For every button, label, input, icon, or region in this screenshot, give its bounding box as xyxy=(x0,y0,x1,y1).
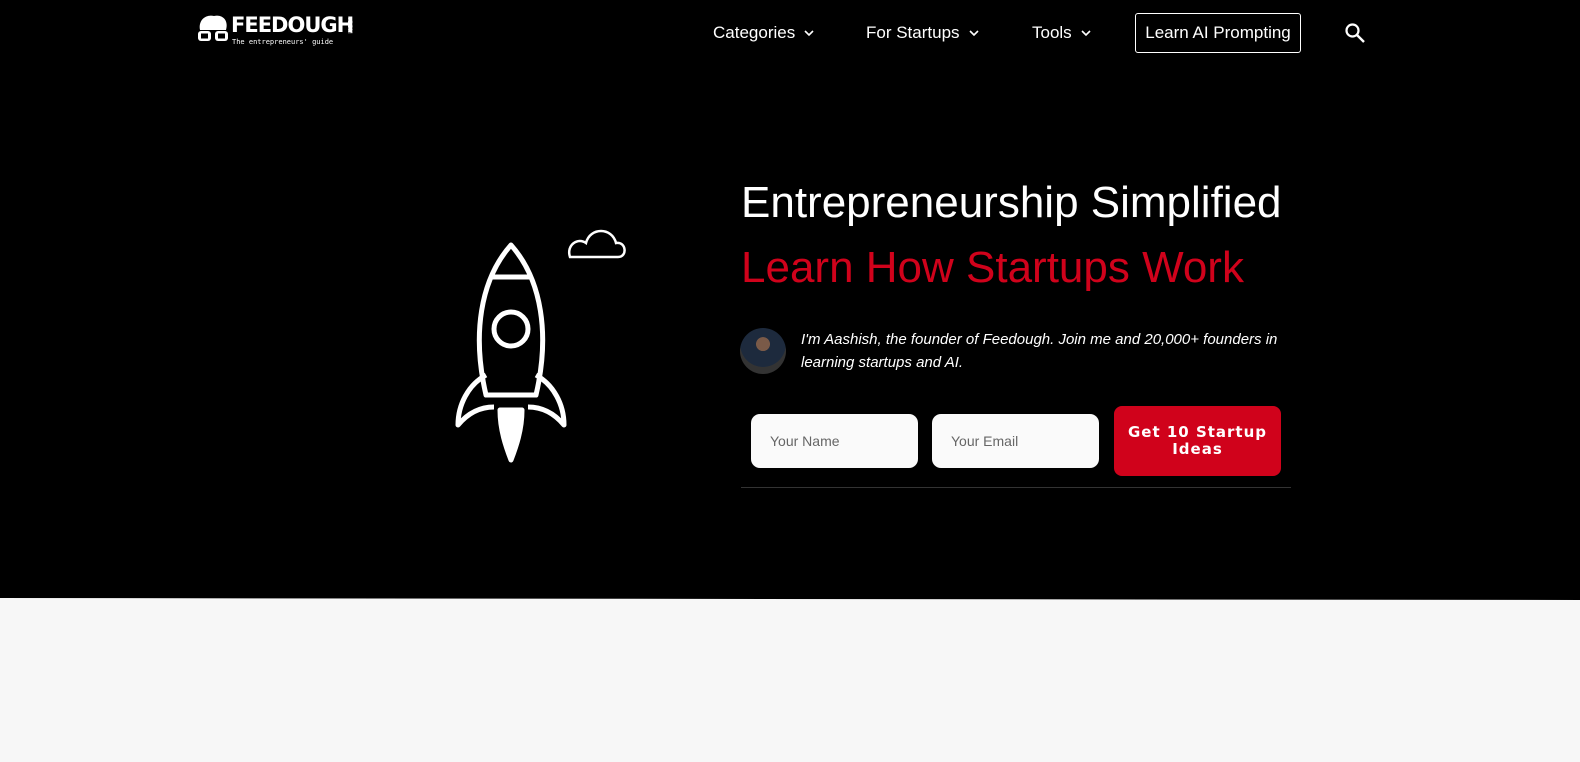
founder-intro: I'm Aashish, the founder of Feedough. Jo… xyxy=(801,331,1278,371)
chevron-down-icon xyxy=(804,30,814,37)
chevron-down-icon xyxy=(1081,30,1091,37)
nav-label: For Startups xyxy=(866,23,960,42)
search-icon[interactable] xyxy=(1344,22,1366,44)
email-input[interactable] xyxy=(932,414,1099,468)
hero-subtitle: Learn How Startups Work xyxy=(741,243,1244,292)
name-input[interactable] xyxy=(751,414,918,468)
nav-categories[interactable]: Categories xyxy=(713,23,815,43)
get-startup-ideas-button[interactable]: Get 10 Startup Ideas xyxy=(1114,406,1281,476)
hero-title: Entrepreneurship Simplified xyxy=(741,178,1282,227)
nav-tools[interactable]: Tools xyxy=(1032,23,1092,43)
learn-ai-prompting-button[interactable]: Learn AI Prompting xyxy=(1135,13,1301,53)
nav-for-startups[interactable]: For Startups xyxy=(866,23,980,43)
chevron-down-icon xyxy=(968,30,979,37)
nav-label: Tools xyxy=(1032,23,1072,42)
founder-avatar xyxy=(740,328,786,374)
hero-section xyxy=(0,0,1580,600)
main-nav: Categories For Startups Tools Learn AI P… xyxy=(0,13,1580,53)
nav-label: Categories xyxy=(713,23,796,42)
rocket-illustration-icon xyxy=(455,229,626,463)
form-divider xyxy=(741,487,1291,488)
